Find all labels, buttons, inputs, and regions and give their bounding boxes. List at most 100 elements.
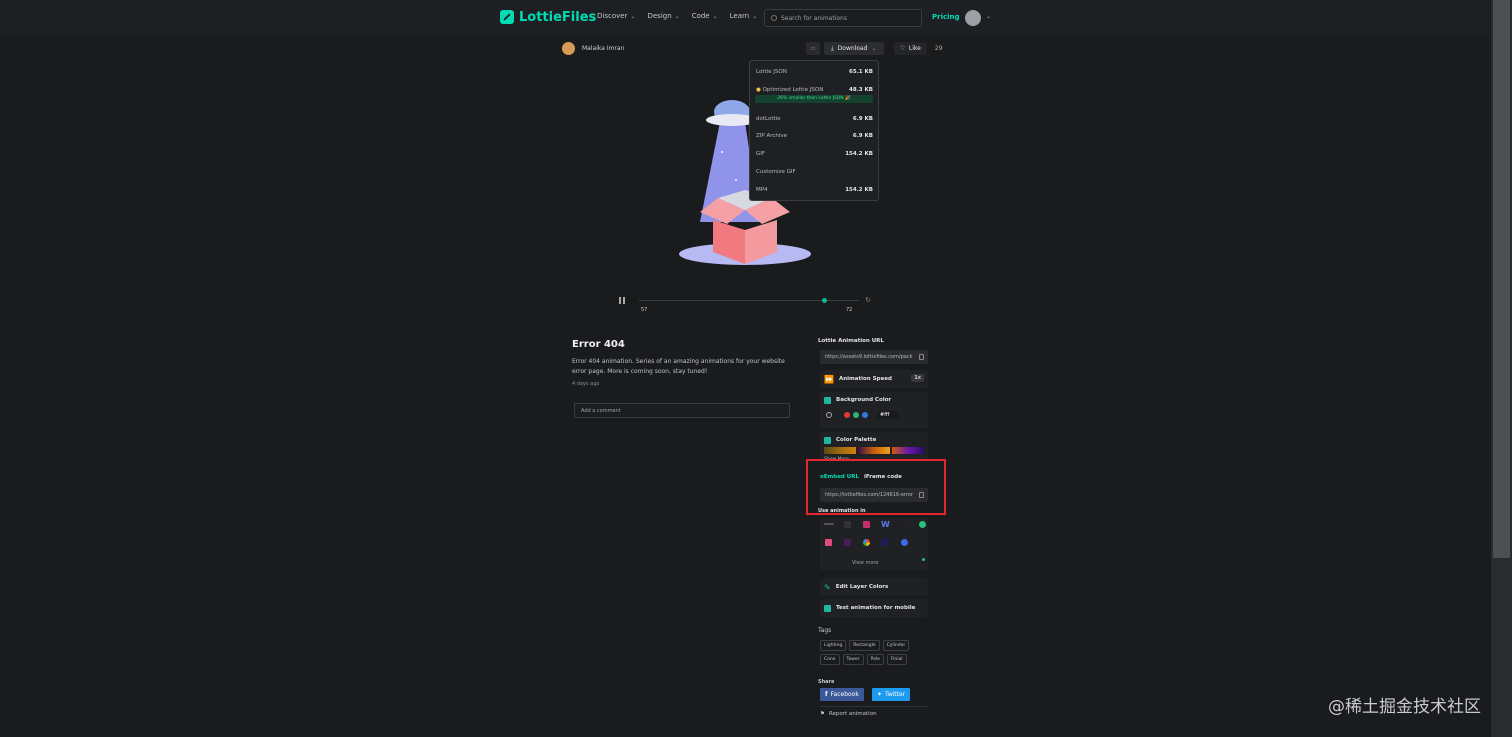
edit-layer-colors-button[interactable]: ✎ Edit Layer Colors	[820, 578, 928, 596]
app-icon[interactable]	[901, 539, 908, 546]
heart-icon: ♡	[899, 45, 905, 52]
top-navbar: LottieFiles Discover ⌄ Design ⌄ Code ⌄ Lear…	[0, 0, 1491, 36]
nav-learn[interactable]: Learn ⌄	[730, 12, 758, 20]
collection-button[interactable]: ▫	[806, 42, 820, 55]
apple-icon[interactable]	[901, 521, 908, 528]
tag[interactable]: Cone	[820, 654, 840, 665]
lottie-url-value: https://assets9.lottiefiles.com/pack	[825, 354, 913, 360]
view-more-link[interactable]: View more	[852, 560, 878, 566]
app-icon[interactable]	[844, 521, 851, 528]
nav-label: Design	[647, 12, 672, 20]
lottiefiles-logo-icon	[500, 10, 514, 24]
xd-icon[interactable]	[844, 539, 851, 546]
item-label: Customize GIF	[756, 169, 796, 175]
loop-icon[interactable]: ↻	[865, 296, 871, 304]
user-avatar[interactable]	[965, 10, 981, 26]
comment-input[interactable]	[574, 403, 790, 418]
action-bar: ▫ ⤓ Download ⌄ ♡ Like 29	[806, 42, 943, 55]
twitter-share-button[interactable]: ✦ Twitter	[872, 688, 911, 701]
scroll-thumb[interactable]	[1493, 0, 1510, 558]
page-scrollbar[interactable]	[1491, 0, 1512, 737]
item-size: 48.3 KB	[849, 87, 873, 93]
report-animation-link[interactable]: ⚑ Report animation	[820, 711, 877, 717]
menu-item-customize-gif[interactable]: Customize GIF	[756, 169, 873, 175]
tag[interactable]: Rectangle	[849, 640, 880, 651]
download-menu: Lottie JSON 65.1 KB ● Optimized Lottie JS…	[749, 60, 879, 201]
like-count: 29	[934, 45, 943, 52]
background-color-panel: Background Color	[820, 392, 928, 428]
pricing-link[interactable]: Pricing	[932, 13, 960, 21]
menu-item-gif[interactable]: GIF 154.2 KB	[756, 151, 873, 157]
twitter-label: Twitter	[885, 691, 906, 698]
after-effects-icon[interactable]	[881, 539, 888, 546]
swatch-green[interactable]	[853, 412, 859, 418]
tag[interactable]: Pole	[866, 654, 884, 665]
palette-strip[interactable]	[824, 447, 924, 454]
tag[interactable]: Tower	[842, 654, 864, 665]
app-icon[interactable]	[919, 521, 926, 528]
menu-item-zip-archive[interactable]: ZIP Archive 6.9 KB	[756, 133, 873, 139]
nav-discover[interactable]: Discover ⌄	[597, 12, 635, 20]
figma-icon[interactable]	[825, 539, 832, 546]
tag[interactable]: Finial	[886, 654, 907, 665]
swatch-transparent[interactable]	[826, 412, 832, 418]
author-info[interactable]: Malaika Imran	[562, 42, 624, 55]
animation-title: Error 404	[572, 339, 625, 350]
logo[interactable]: LottieFiles	[500, 9, 596, 25]
lottie-url-field[interactable]: https://assets9.lottiefiles.com/pack	[820, 350, 928, 364]
copy-icon[interactable]	[919, 354, 924, 360]
item-size: 154.2 KB	[845, 187, 873, 193]
brush-icon: ✎	[824, 582, 831, 592]
download-button[interactable]: ⤓ Download ⌄	[824, 42, 884, 55]
total-frames: 72	[846, 307, 853, 313]
integration-apps: W View more	[820, 518, 928, 570]
tag[interactable]: Cylinder	[882, 640, 910, 651]
item-size: 65.1 KB	[849, 69, 873, 75]
item-size: 154.2 KB	[845, 151, 873, 157]
app-icon[interactable]	[824, 523, 834, 525]
facebook-share-button[interactable]: f Facebook	[820, 688, 864, 701]
background-hex-input[interactable]: #fff	[877, 411, 900, 419]
webflow-icon[interactable]: W	[881, 520, 890, 529]
qr-code-icon	[824, 604, 831, 612]
item-label: dotLottie	[756, 116, 781, 122]
test-mobile-label: Test animation for mobile	[836, 605, 916, 611]
app-icon[interactable]	[863, 521, 870, 528]
bookmark-icon: ▫	[810, 45, 816, 52]
menu-item-lottie-json[interactable]: Lottie JSON 65.1 KB	[756, 69, 873, 75]
google-icon[interactable]	[863, 539, 870, 546]
seek-thumb[interactable]	[821, 298, 827, 303]
menu-item-dotlottie[interactable]: dotLottie 6.9 KB	[756, 116, 873, 122]
item-label: MP4	[756, 187, 768, 193]
tags-label: Tags	[818, 627, 832, 634]
speed-value[interactable]: 1x	[911, 374, 924, 382]
item-label: Optimized Lottie JSON	[762, 87, 824, 93]
nav-code[interactable]: Code ⌄	[692, 12, 718, 20]
test-mobile-button[interactable]: Test animation for mobile	[820, 599, 928, 617]
nav-design[interactable]: Design ⌄	[647, 12, 679, 20]
chevron-down-icon: ⌄	[674, 12, 680, 20]
swatch-blue[interactable]	[862, 412, 868, 418]
menu-item-mp4[interactable]: MP4 154.2 KB	[756, 187, 873, 193]
tag[interactable]: Lighting	[820, 640, 847, 651]
pause-icon[interactable]	[619, 297, 625, 304]
watermark-text: @稀土掘金技术社区	[1328, 697, 1481, 717]
animation-speed-row[interactable]: ⏩ Animation Speed 1x	[820, 370, 928, 388]
tags-list: Lighting Rectangle Cylinder Cone Tower P…	[820, 640, 930, 665]
author-name: Malaika Imran	[582, 45, 625, 52]
palette-group	[824, 447, 856, 454]
item-size: 6.9 KB	[852, 133, 873, 139]
color-palette-label: Color Palette	[836, 437, 877, 443]
chevron-down-icon: ⌄	[871, 45, 877, 52]
like-button[interactable]: ♡ Like	[893, 42, 927, 55]
nav-label: Code	[691, 12, 710, 20]
download-icon: ⤓	[831, 44, 834, 52]
search-input[interactable]	[781, 14, 911, 22]
animation-description: Error 404 animation. Series of an amazin…	[572, 358, 785, 375]
swatch-red[interactable]	[844, 412, 850, 418]
chevron-down-icon[interactable]: ⌄	[986, 13, 991, 20]
menu-item-optimized-lottie-json[interactable]: ● Optimized Lottie JSON 48.3 KB	[756, 87, 873, 93]
brand-name: LottieFiles	[519, 9, 597, 25]
play-speed-icon: ⏩	[824, 374, 834, 384]
facebook-label: Facebook	[830, 691, 859, 698]
